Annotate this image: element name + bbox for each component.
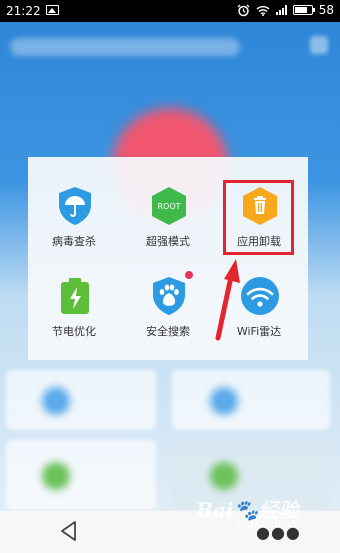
menu-item-virus-scan[interactable]: 病毒查杀	[29, 157, 119, 248]
watermark-text: Bai	[196, 498, 234, 522]
paw-shield-icon	[153, 277, 185, 315]
back-icon[interactable]	[58, 519, 80, 543]
battery-icon	[292, 5, 315, 15]
watermark-sub: jingyan.baidu.com	[234, 519, 328, 530]
menu-item-label: 节电优化	[52, 325, 96, 338]
menu-item-super-mode[interactable]: ROOT 超强模式	[123, 157, 213, 248]
battery-charging-icon	[61, 278, 89, 314]
status-bar: 21:22 58	[0, 0, 340, 22]
card-icon-blurred	[42, 462, 70, 490]
app-menu-blurred	[310, 36, 328, 54]
menu-item-wifi-radar[interactable]: WiFi雷达	[214, 247, 304, 338]
highlight-box	[223, 180, 294, 255]
card-icon-blurred	[42, 387, 70, 415]
wifi-icon	[256, 5, 270, 16]
signal-icon	[275, 5, 287, 15]
status-time: 21:22	[6, 4, 41, 18]
root-hexagon-icon: ROOT	[152, 187, 186, 225]
alarm-icon	[237, 4, 250, 16]
card-icon-blurred	[210, 462, 238, 490]
image-icon	[46, 5, 59, 15]
card-blurred	[6, 440, 156, 510]
notification-badge	[185, 271, 193, 279]
root-icon-text: ROOT	[157, 202, 180, 211]
status-icons: 58	[237, 3, 334, 17]
battery-percent: 58	[318, 3, 334, 17]
shield-umbrella-icon	[59, 187, 91, 225]
app-title-blurred	[10, 38, 240, 56]
menu-item-safe-search[interactable]: 安全搜索	[123, 247, 213, 338]
card-blurred	[172, 370, 330, 430]
wifi-radar-icon	[241, 277, 279, 315]
menu-item-power-saving[interactable]: 节电优化	[29, 247, 119, 338]
card-icon-blurred	[210, 387, 238, 415]
watermark-logo: Bai🐾经验 jingyan.baidu.com	[196, 494, 336, 534]
card-blurred	[6, 370, 156, 430]
menu-item-label: 安全搜索	[146, 325, 190, 338]
menu-item-label: WiFi雷达	[236, 325, 282, 338]
